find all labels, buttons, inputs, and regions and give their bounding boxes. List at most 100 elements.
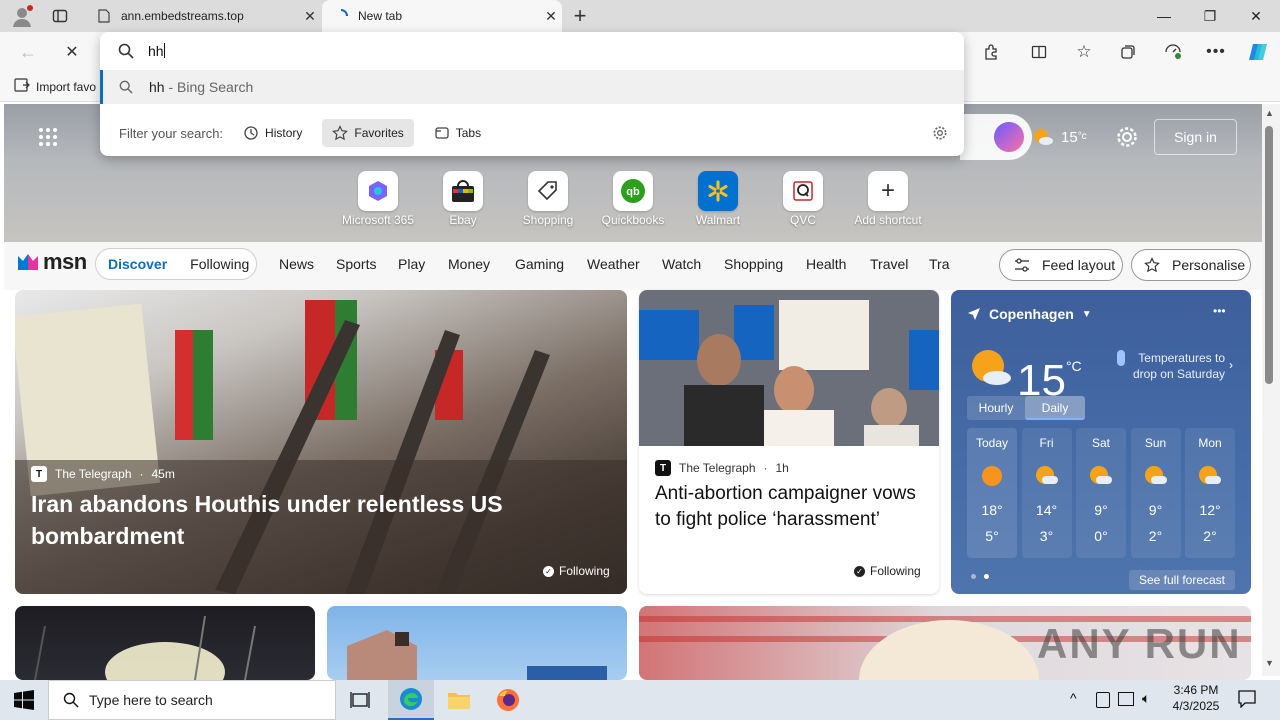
following-badge[interactable]: ✓ Following — [854, 564, 921, 578]
chevron-right-icon[interactable]: › — [1229, 358, 1233, 372]
search-suggestion[interactable]: hh - Bing Search — [100, 70, 964, 104]
location-selector[interactable]: Copenhagen ▼ — [967, 306, 1092, 322]
settings-gear-icon[interactable] — [1115, 125, 1139, 149]
stop-loading-icon[interactable]: ✕ — [56, 36, 88, 68]
restore-icon[interactable]: ❐ — [1187, 0, 1233, 32]
nav-watch[interactable]: Watch — [662, 256, 701, 272]
lead-news-card[interactable]: T The Telegraph · 45m Iran abandons Houthi… — [15, 290, 627, 594]
performance-icon[interactable] — [1157, 36, 1189, 68]
tab-hourly[interactable]: Hourly — [967, 396, 1025, 420]
nav-sports[interactable]: Sports — [336, 256, 376, 272]
scroll-up-icon[interactable]: ▲ — [1265, 108, 1274, 118]
see-full-forecast-link[interactable]: See full forecast — [1129, 570, 1235, 590]
more-menu-icon[interactable]: ••• — [1200, 36, 1232, 68]
notification-icon[interactable] — [1238, 690, 1256, 709]
taskbar-search[interactable]: Type here to search — [48, 680, 336, 720]
msn-logo[interactable]: msn — [16, 249, 87, 275]
import-icon — [14, 78, 30, 95]
shortcut-qvc[interactable]: QVC — [763, 171, 843, 227]
feed-layout-button[interactable]: Feed layout — [999, 249, 1123, 281]
tray-usb-icon[interactable] — [1096, 692, 1110, 708]
personalise-button[interactable]: Personalise — [1131, 249, 1251, 281]
following-badge[interactable]: ✓ Following — [543, 564, 610, 578]
carousel-dots[interactable] — [971, 574, 989, 579]
taskbar-search-placeholder: Type here to search — [89, 692, 213, 708]
search-settings-gear-icon[interactable] — [932, 125, 948, 141]
address-input[interactable]: hh — [148, 43, 165, 59]
scroll-down-icon[interactable]: ▼ — [1265, 658, 1274, 668]
tray-network-icon[interactable] — [1118, 692, 1134, 706]
news-card[interactable]: ANY RUN — [639, 606, 1251, 680]
forecast-day[interactable]: Fri 14° 3° — [1021, 428, 1072, 558]
news-card[interactable] — [327, 606, 627, 680]
tray-volume-icon[interactable]: 🔈︎ — [1142, 690, 1150, 707]
weather-alert[interactable]: Temperatures to drop on Saturday — [1121, 350, 1225, 382]
close-tab-icon[interactable]: ✕ — [299, 8, 321, 25]
forecast-day[interactable]: Sat 9° 0° — [1076, 428, 1126, 558]
back-icon[interactable]: ← — [12, 36, 44, 68]
nav-play[interactable]: Play — [398, 256, 425, 272]
nav-traffic[interactable]: Tra — [929, 256, 949, 272]
source-row: T The Telegraph · 1h — [655, 460, 789, 476]
news-headline[interactable]: Anti-abortion campaigner vows to fight p… — [655, 481, 925, 533]
shortcut-quickbooks[interactable]: qb Quickbooks — [593, 171, 673, 227]
address-bar-dropdown: hh hh - Bing Search Filter your search: … — [100, 32, 964, 156]
daily-forecast: Today 18° 5° Fri 14° 3° Sat 9° 0° Sun 9°… — [967, 428, 1247, 560]
tab-embedstreams[interactable]: ann.embedstreams.top ✕ — [85, 0, 321, 32]
file-explorer-icon[interactable] — [447, 689, 471, 711]
nav-money[interactable]: Money — [448, 256, 490, 272]
profile-icon[interactable] — [10, 4, 34, 28]
filter-favorites-button[interactable]: Favorites — [322, 119, 414, 147]
new-tab-icon[interactable]: + — [568, 4, 592, 28]
collections-icon[interactable] — [1112, 36, 1144, 68]
copilot-avatar-icon[interactable] — [994, 122, 1024, 152]
forecast-day[interactable]: Today 18° 5° — [967, 428, 1017, 558]
forecast-day[interactable]: Sun 9° 2° — [1130, 428, 1181, 558]
news-card[interactable] — [15, 606, 315, 680]
shortcut-microsoft-365[interactable]: Microsoft 365 — [338, 171, 418, 227]
minimize-icon[interactable]: — — [1141, 0, 1187, 32]
ebay-bag-icon — [443, 171, 483, 211]
tab-discover[interactable]: Discover — [108, 256, 167, 272]
nav-travel[interactable]: Travel — [870, 256, 908, 272]
extensions-icon[interactable] — [975, 36, 1007, 68]
favorites-star-icon[interactable]: ☆ — [1068, 36, 1100, 68]
nav-gaming[interactable]: Gaming — [515, 256, 564, 272]
forecast-day[interactable]: Mon 12° 2° — [1185, 428, 1235, 558]
shortcut-add[interactable]: + Add shortcut — [848, 171, 928, 227]
tab-actions-icon[interactable] — [52, 8, 68, 24]
news-card[interactable]: T The Telegraph · 1h Anti-abortion campaig… — [639, 290, 939, 594]
weather-more-icon[interactable]: ••• — [1213, 304, 1226, 318]
nav-shopping[interactable]: Shopping — [724, 256, 783, 272]
close-window-icon[interactable]: ✕ — [1233, 0, 1279, 32]
tab-new-tab[interactable]: New tab ✕ — [322, 0, 562, 32]
shortcut-shopping[interactable]: Shopping — [508, 171, 588, 227]
lead-headline[interactable]: Iran abandons Houthis under relentless U… — [31, 488, 591, 552]
task-view-icon[interactable] — [350, 690, 370, 710]
tabs-icon — [435, 127, 449, 139]
star-icon — [332, 125, 349, 141]
tab-following[interactable]: Following — [190, 256, 249, 272]
shortcut-walmart[interactable]: Walmart — [678, 171, 758, 227]
nav-health[interactable]: Health — [806, 256, 846, 272]
filter-history-button[interactable]: History — [233, 119, 312, 147]
scrollbar-thumb[interactable] — [1265, 126, 1273, 384]
copilot-icon[interactable] — [1242, 36, 1274, 68]
nav-weather[interactable]: Weather — [587, 256, 640, 272]
nav-news[interactable]: News — [279, 256, 314, 272]
import-favorites-button[interactable]: Import favo — [14, 78, 96, 95]
filter-tabs-button[interactable]: Tabs — [424, 119, 491, 147]
tray-chevron-up-icon[interactable]: ^ — [1070, 690, 1077, 706]
taskbar-clock[interactable]: 3:46 PM 4/3/2025 — [1164, 683, 1228, 713]
shortcut-ebay[interactable]: Ebay — [423, 171, 503, 227]
apps-grid-icon[interactable] — [38, 127, 58, 147]
sign-in-button[interactable]: Sign in — [1154, 119, 1237, 155]
close-tab-icon[interactable]: ✕ — [540, 8, 562, 25]
telegraph-logo-icon: T — [31, 466, 47, 482]
firefox-icon[interactable] — [496, 688, 520, 712]
taskbar-edge-button[interactable] — [388, 680, 434, 720]
tab-daily[interactable]: Daily — [1025, 396, 1085, 420]
windows-start-icon[interactable] — [14, 690, 34, 710]
header-temperature[interactable]: 15°c — [1061, 129, 1087, 146]
split-screen-icon[interactable] — [1023, 36, 1055, 68]
